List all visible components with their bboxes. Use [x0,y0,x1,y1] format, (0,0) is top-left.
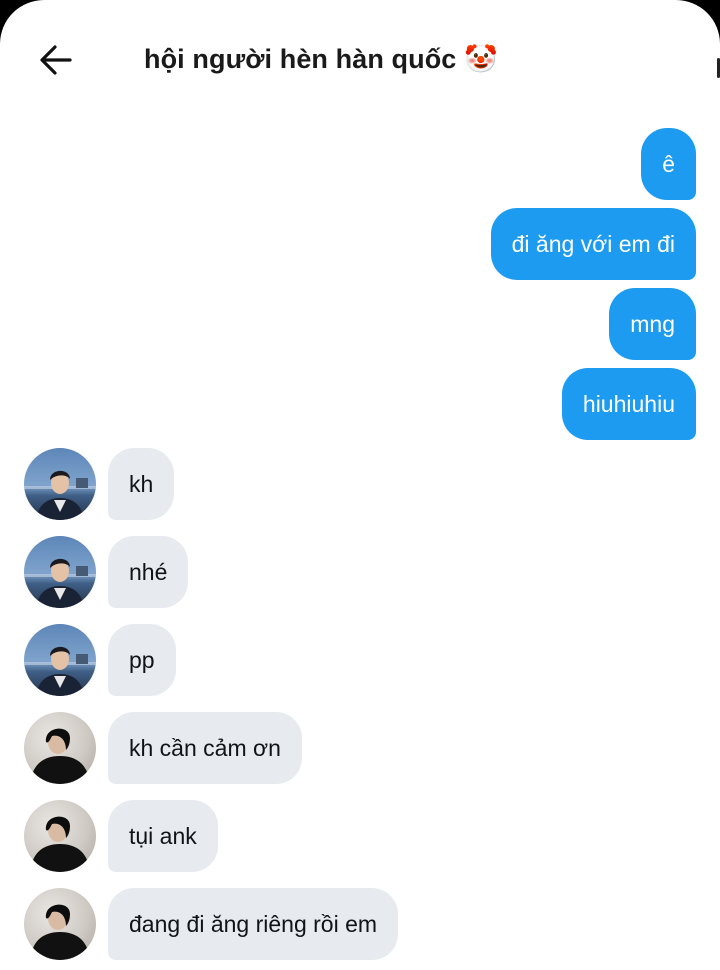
avatar[interactable] [24,712,96,784]
avatar[interactable] [24,800,96,872]
message-text: kh cần cảm ơn [129,734,281,761]
person-photo-icon [24,646,96,696]
avatar[interactable] [24,448,96,520]
avatar[interactable] [24,888,96,960]
message-text: kh [129,470,154,497]
person-photo-icon [30,816,90,872]
message-text: mng [630,310,675,337]
person-photo-icon [30,904,90,960]
back-button[interactable] [36,40,76,80]
avatar[interactable] [24,624,96,696]
message-bubble-incoming[interactable]: pp [108,624,176,696]
message-text: đi ăng với em đi [511,230,675,257]
message-bubble-outgoing[interactable]: đi ăng với em đi [490,208,696,280]
message-bubble-incoming[interactable]: kh cần cảm ơn [108,712,302,784]
message-text: nhé [129,558,168,585]
chat-header: hội người hèn hàn quốc 🤡 [0,0,720,120]
message-bubble-outgoing[interactable]: hiuhiuhiu [561,368,696,440]
message-bubble-incoming[interactable]: nhé [108,536,189,608]
message-bubble-incoming[interactable]: kh [108,448,175,520]
message-bubble-incoming[interactable]: tụi ank [108,800,218,872]
message-text: hiuhiuhiu [582,390,675,417]
arrow-left-icon [40,45,72,75]
message-bubble-incoming[interactable]: đang đi ăng riêng rồi em [108,888,399,960]
avatar[interactable] [24,536,96,608]
person-photo-icon [30,728,90,784]
person-photo-icon [24,470,96,520]
person-photo-icon [24,558,96,608]
message-bubble-outgoing[interactable]: mng [609,288,696,360]
message-text: đang đi ăng riêng rồi em [129,910,378,937]
message-text: ê [662,150,675,177]
chat-screen: hội người hèn hàn quốc 🤡 ê đi ăng với em… [0,0,720,970]
conversation-title: hội người hèn hàn quốc 🤡 [144,44,498,74]
message-text: pp [129,646,155,673]
message-text: tụi ank [129,822,197,849]
message-bubble-outgoing[interactable]: ê [641,128,696,200]
